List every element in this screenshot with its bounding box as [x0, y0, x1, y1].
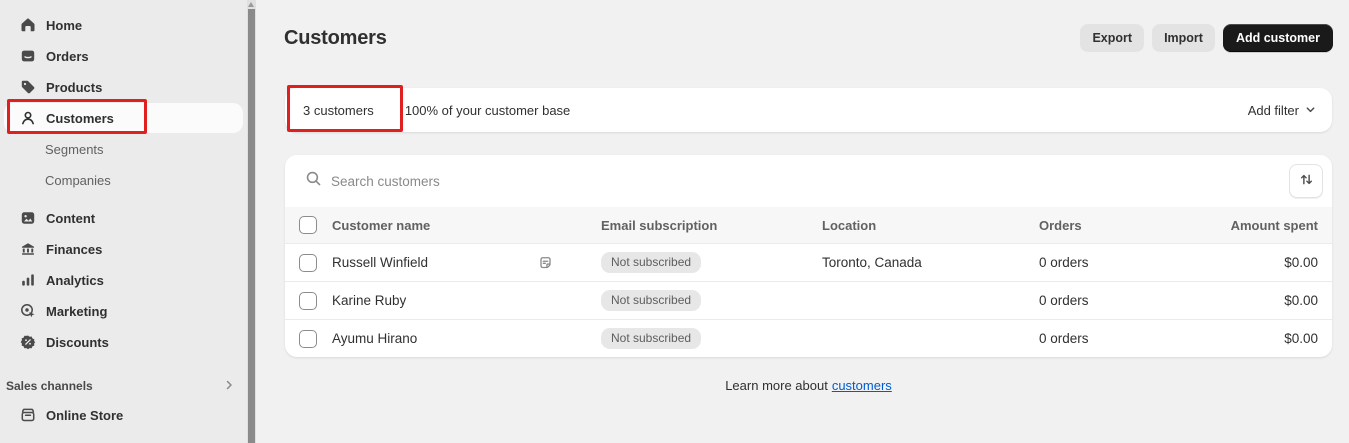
customer-base-summary: 100% of your customer base: [404, 102, 571, 118]
add-filter-button[interactable]: Add filter: [1248, 103, 1316, 118]
sidebar-item-analytics[interactable]: Analytics: [4, 265, 243, 295]
sidebar-item-home[interactable]: Home: [4, 10, 243, 40]
sidebar-item-label: Discounts: [46, 334, 109, 350]
customers-table-card: Customer name Email subscription Locatio…: [285, 155, 1332, 357]
sidebar-item-label: Marketing: [46, 303, 108, 319]
sidebar-item-label: Online Store: [46, 407, 124, 423]
sort-arrows-icon: [1299, 172, 1314, 190]
search-input[interactable]: [331, 173, 1280, 189]
column-header-email-subscription: Email subscription: [601, 217, 718, 233]
search-icon: [305, 170, 322, 192]
home-icon: [20, 17, 36, 33]
sort-button[interactable]: [1289, 164, 1323, 198]
subscription-badge: Not subscribed: [601, 252, 702, 273]
sales-channels-label: Sales channels: [6, 379, 93, 393]
sidebar-item-label: Content: [46, 210, 96, 226]
column-header-amount-spent: Amount spent: [1230, 217, 1318, 233]
analytics-icon: [20, 272, 36, 288]
finances-icon: [20, 241, 36, 257]
sidebar-item-marketing[interactable]: Marketing: [4, 296, 243, 326]
email-subscription-cell: Not subscribed: [601, 252, 822, 273]
export-button[interactable]: Export: [1080, 24, 1145, 52]
email-subscription-cell: Not subscribed: [601, 328, 822, 349]
sidebar-item-label: Finances: [46, 241, 103, 257]
sidebar-item-label: Segments: [45, 141, 104, 157]
scrollbar-thumb[interactable]: [248, 9, 255, 443]
learn-more-footer: Learn more about customers: [285, 378, 1332, 393]
location-cell: Toronto, Canada: [822, 255, 922, 270]
chevron-down-icon: [1305, 103, 1316, 118]
add-filter-label: Add filter: [1247, 102, 1299, 118]
page-title: Customers: [284, 26, 387, 49]
table-row[interactable]: Ayumu Hirano Not subscribed 0 orders $0.…: [285, 319, 1332, 357]
customers-help-link[interactable]: customers: [832, 378, 892, 393]
orders-icon: [20, 48, 36, 64]
row-checkbox[interactable]: [299, 291, 317, 310]
vertical-scrollbar[interactable]: [247, 0, 256, 443]
products-icon: [20, 79, 36, 95]
scroll-up-icon[interactable]: [248, 2, 254, 7]
column-header-customer-name: Customer name: [332, 217, 431, 233]
customers-admin-page: Home Orders Products Customers Segments …: [0, 0, 1349, 443]
add-customer-button[interactable]: Add customer: [1222, 24, 1333, 52]
sidebar-item-online-store[interactable]: Online Store: [4, 400, 243, 430]
customer-name: Ayumu Hirano: [332, 331, 418, 346]
amount-spent-cell: $0.00: [1284, 293, 1318, 308]
content-icon: [20, 210, 36, 226]
search-row: [285, 155, 1332, 207]
subscription-badge: Not subscribed: [601, 290, 702, 311]
row-checkbox[interactable]: [299, 253, 317, 272]
page-header: Customers Export Import Add customer: [256, 0, 1349, 52]
customer-count-tab[interactable]: 3 customers: [303, 103, 374, 118]
online-store-icon: [20, 407, 36, 423]
orders-cell: 0 orders: [1039, 293, 1089, 308]
subscription-badge: Not subscribed: [601, 328, 702, 349]
sidebar-item-label: Products: [46, 79, 103, 95]
table-row[interactable]: Russell Winfield Not subscribed Toronto,…: [285, 243, 1332, 281]
select-all-checkbox[interactable]: [299, 216, 317, 234]
orders-cell: 0 orders: [1039, 255, 1089, 270]
sidebar-item-label: Home: [46, 17, 83, 33]
sidebar-item-customers[interactable]: Customers: [4, 103, 243, 133]
marketing-icon: [20, 303, 36, 319]
amount-spent-cell: $0.00: [1284, 255, 1318, 270]
sidebar-item-products[interactable]: Products: [4, 72, 243, 102]
row-checkbox[interactable]: [299, 329, 317, 348]
column-header-location: Location: [822, 217, 877, 233]
note-icon: [538, 255, 553, 270]
customers-icon: [20, 110, 36, 126]
orders-cell: 0 orders: [1039, 331, 1089, 346]
sidebar-section-gap: [0, 196, 247, 203]
amount-spent-cell: $0.00: [1284, 331, 1318, 346]
learn-more-text: Learn more about: [725, 378, 828, 393]
sidebar-item-finances[interactable]: Finances: [4, 234, 243, 264]
sidebar-item-orders[interactable]: Orders: [4, 41, 243, 71]
table-header-row: Customer name Email subscription Locatio…: [285, 207, 1332, 243]
import-button[interactable]: Import: [1152, 24, 1215, 52]
sales-channels-header[interactable]: Sales channels: [0, 372, 247, 400]
sidebar: Home Orders Products Customers Segments …: [0, 0, 247, 443]
customer-name: Karine Ruby: [332, 293, 407, 308]
column-header-orders: Orders: [1039, 217, 1082, 233]
sidebar-item-segments[interactable]: Segments: [4, 134, 243, 164]
customer-name: Russell Winfield: [332, 255, 429, 270]
sidebar-item-label: Orders: [46, 48, 89, 64]
main-content: Customers Export Import Add customer 3 c…: [256, 0, 1349, 443]
email-subscription-cell: Not subscribed: [601, 290, 822, 311]
filter-bar: 3 customers 100% of your customer base A…: [285, 88, 1332, 132]
discounts-icon: [20, 334, 36, 350]
sidebar-item-label: Customers: [46, 110, 114, 126]
sidebar-item-label: Companies: [45, 172, 111, 188]
sidebar-item-content[interactable]: Content: [4, 203, 243, 233]
chevron-right-icon: [223, 379, 235, 394]
sidebar-item-label: Analytics: [46, 272, 104, 288]
sidebar-item-discounts[interactable]: Discounts: [4, 327, 243, 357]
table-row[interactable]: Karine Ruby Not subscribed 0 orders $0.0…: [285, 281, 1332, 319]
sidebar-item-companies[interactable]: Companies: [4, 165, 243, 195]
header-actions: Export Import Add customer: [1080, 24, 1333, 52]
